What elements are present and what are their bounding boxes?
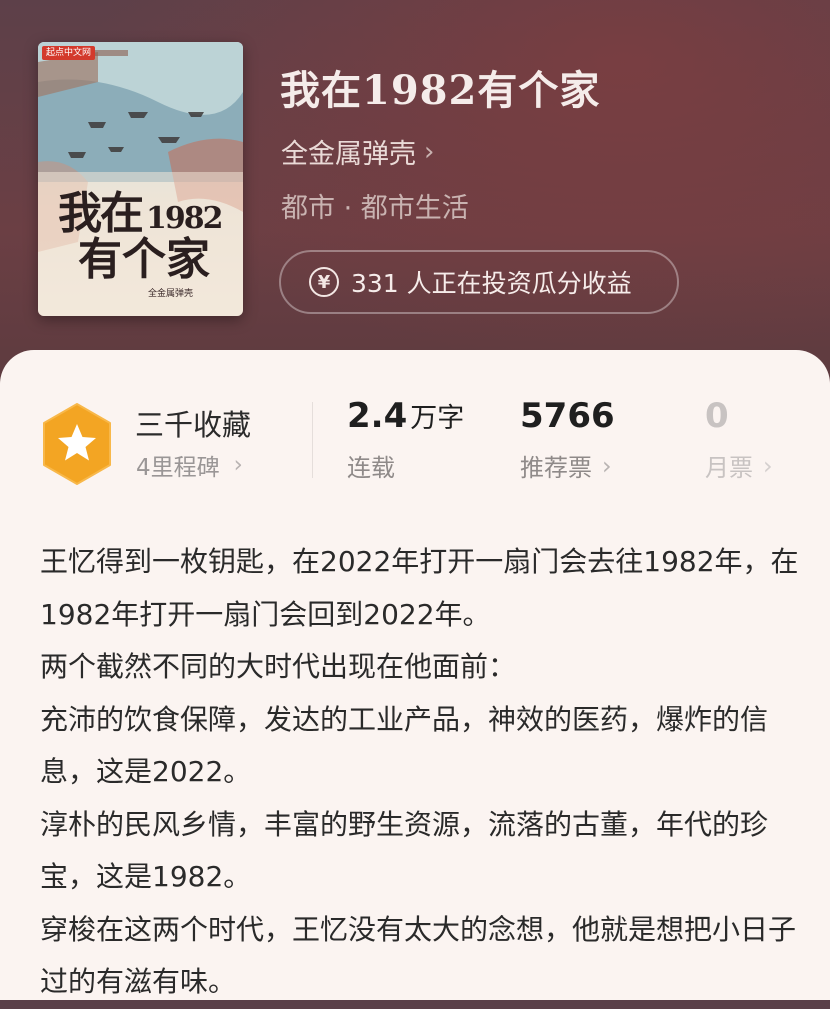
monthly-ticket-value: 0 — [705, 396, 729, 436]
book-genre: 都市 · 都市生活 — [281, 193, 469, 224]
monthly-ticket-label: 月票 — [705, 454, 753, 482]
divider — [312, 402, 313, 478]
recommend-ticket-stat[interactable]: 5766 推荐票 › — [520, 396, 615, 483]
invest-text: 331 人正在投资瓜分收益 — [351, 269, 632, 298]
word-count-stat: 2.4 万字 连载 — [347, 396, 464, 483]
invest-button[interactable]: ¥ 331 人正在投资瓜分收益 — [279, 250, 679, 314]
book-title: 我在1982有个家 — [280, 67, 601, 114]
collection-badge-name[interactable]: 三千收藏 — [135, 402, 251, 444]
description-paragraph: 穿梭在这两个时代，王忆没有太大的念想，他就是想把小日子过的有滋有味。 — [40, 912, 797, 999]
description-paragraph: 充沛的饮食保障，发达的工业产品，神效的医药，爆炸的信息，这是2022。 — [40, 702, 769, 789]
serial-status: 连载 — [347, 454, 395, 482]
word-count-unit: 万字 — [410, 403, 465, 434]
recommend-ticket-value: 5766 — [520, 396, 615, 436]
milestone-text: 4里程碑 — [136, 455, 220, 481]
description-paragraph: 王忆得到一枚钥匙，在2022年打开一扇门会去往1982年，在1982年打开一扇门… — [40, 545, 799, 631]
cover-title: 我在 1982 有个家 — [58, 188, 223, 285]
chevron-right-icon: › — [763, 451, 773, 480]
author-name: 全金属弹壳 — [281, 139, 416, 170]
book-cover[interactable]: 起点中文网 我在 1982 有个家 全金属弹壳 — [38, 42, 243, 316]
monthly-ticket-stat[interactable]: 0 月票 › — [705, 396, 773, 483]
book-description: 王忆得到一枚钥匙，在2022年打开一扇门会去往1982年，在1982年打开一扇门… — [40, 536, 800, 1009]
recommend-ticket-label: 推荐票 — [520, 454, 592, 482]
word-count-value: 2.4 — [347, 396, 408, 436]
star-hexagon-badge-icon[interactable] — [40, 402, 114, 486]
description-paragraph: 淳朴的民风乡情，丰富的野生资源，流落的古董，年代的珍宝，这是1982。 — [40, 807, 769, 894]
cover-author: 全金属弹壳 — [148, 289, 194, 299]
milestone-link[interactable]: 4里程碑 › — [136, 448, 243, 482]
chevron-right-icon: › — [424, 136, 435, 167]
chevron-right-icon: › — [602, 451, 612, 480]
chevron-right-icon: › — [233, 452, 243, 478]
author-link[interactable]: 全金属弹壳 › — [281, 132, 434, 171]
yen-coin-icon: ¥ — [309, 267, 339, 297]
book-info-card: 三千收藏 4里程碑 › 2.4 万字 连载 5766 推荐票 › 0 月票 › 王忆得… — [0, 350, 830, 1000]
cover-publisher-logo: 起点中文网 — [42, 46, 96, 60]
stats-row: 三千收藏 4里程碑 › 2.4 万字 连载 5766 推荐票 › 0 月票 › — [0, 350, 830, 510]
description-paragraph: 两个截然不同的大时代出现在他面前： — [40, 650, 517, 683]
